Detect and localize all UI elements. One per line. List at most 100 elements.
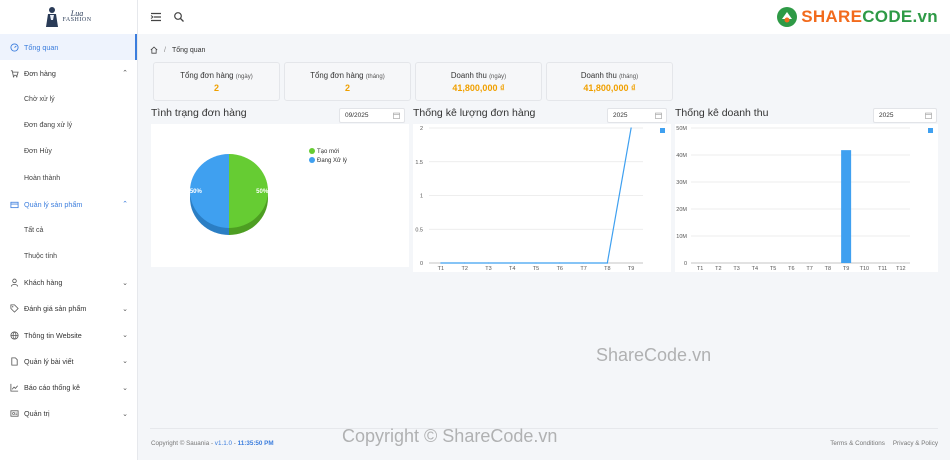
sidebar-subitem-attributes[interactable]: Thuộc tính — [0, 244, 137, 270]
x-tick-label: T7 — [806, 266, 812, 272]
sidebar-item-customers[interactable]: Khách hàng ⌄ — [0, 270, 137, 296]
terms-link[interactable]: Terms & Conditions — [830, 440, 885, 447]
sidebar-item-reviews[interactable]: Đánh giá sản phẩm ⌄ — [0, 296, 137, 322]
data-point — [464, 262, 466, 264]
home-icon[interactable] — [150, 46, 158, 54]
order-count-line-chart: 0 0.5 1 1.5 2 T1 T2 T3 T4 T5 T6 T7 T8 T9 — [415, 126, 665, 272]
data-point — [487, 262, 490, 264]
x-tick-label: T10 — [860, 266, 869, 272]
brand-line2: FASHION — [62, 17, 92, 23]
sidebar-item-label: Quản lý sản phẩm — [24, 199, 83, 209]
sidebar-item-label: Đánh giá sản phẩm — [24, 304, 87, 314]
x-tick-label: T12 — [896, 266, 905, 272]
footer-copyright: Copyright © Sauania - v1.1.0 - 11:35:50 … — [151, 440, 274, 447]
sidebar-item-admin[interactable]: Quản trị ⌄ — [0, 401, 137, 427]
x-tick-label: T1 — [438, 266, 444, 272]
topbar: SHARECODE.vn — [138, 0, 950, 34]
sharecode-text-part2: CODE.vn — [862, 7, 938, 26]
x-tick-label: T5 — [770, 266, 776, 272]
search-icon[interactable] — [173, 11, 185, 23]
year-picker-revenue[interactable]: 2025 — [873, 108, 937, 123]
order-status-pie-chart: 50% 50% Tạo mới Đang Xử lý — [190, 148, 347, 235]
x-tick-label: T6 — [788, 266, 794, 272]
x-tick-label: T1 — [697, 266, 703, 272]
sidebar-item-label: Tổng quan — [24, 42, 59, 52]
sidebar-item-products[interactable]: Quản lý sản phẩm ⌃ — [0, 191, 137, 217]
data-point — [440, 262, 442, 264]
stat-value: 2 — [344, 83, 350, 93]
order-status-panel: 50% 50% Tạo mới Đang Xử lý — [151, 124, 409, 267]
breadcrumb: / Tổng quan — [150, 46, 205, 54]
x-tick-label: T3 — [485, 266, 491, 272]
sidebar-subitem-completed[interactable]: Hoàn thành — [0, 165, 137, 191]
order-count-title: Thống kê lượng đơn hàng — [413, 107, 536, 119]
privacy-link[interactable]: Privacy & Policy — [893, 440, 938, 447]
month-picker[interactable]: 09/2025 — [339, 108, 405, 123]
y-tick-label: 2 — [420, 126, 423, 132]
sidebar-item-dashboard[interactable]: Tổng quan — [0, 34, 137, 61]
sidebar-subitem-pending[interactable]: Chờ xử lý — [0, 86, 137, 112]
sidebar-item-reports[interactable]: Báo cáo thống kê ⌄ — [0, 374, 137, 400]
legend-swatch — [309, 148, 315, 154]
chevron-down-icon: ⌄ — [122, 358, 128, 366]
admin-icon — [10, 409, 19, 418]
y-tick-label: 20M — [676, 207, 687, 213]
data-point — [535, 262, 537, 264]
y-tick-label: 0 — [684, 261, 687, 267]
sidebar-item-label: Thông tin Website — [24, 330, 82, 340]
sharecode-emblem-icon — [777, 7, 798, 27]
stat-period: (ngày) — [235, 74, 253, 80]
data-point — [559, 262, 561, 264]
stat-period: (ngày) — [489, 74, 507, 80]
legend-swatch — [660, 128, 665, 133]
sidebar-item-label: Quản trị — [24, 409, 50, 419]
chevron-down-icon: ⌄ — [122, 384, 128, 392]
sidebar-item-orders[interactable]: Đơn hàng ⌃ — [0, 60, 137, 86]
stat-label: Tổng đơn hàng (tháng) — [285, 71, 410, 80]
x-tick-label: T7 — [580, 266, 586, 272]
sidebar-item-label: Đơn hàng — [24, 68, 56, 78]
sidebar-item-website-info[interactable]: Thông tin Website ⌄ — [0, 322, 137, 348]
stat-label: Doanh thu (tháng) — [547, 71, 672, 80]
sidebar-item-posts[interactable]: Quản lý bài viết ⌄ — [0, 348, 137, 374]
stat-value: 2 — [213, 83, 219, 93]
y-tick-label: 0.5 — [415, 227, 423, 233]
breadcrumb-separator: / — [164, 46, 166, 54]
stat-label-text: Tổng đơn hàng — [180, 71, 234, 80]
x-tick-label: T9 — [843, 266, 849, 272]
sidebar: Lua FASHION Tổng quan Đơn hàng ⌃ Chờ xử … — [0, 0, 138, 460]
y-tick-label: 1.5 — [415, 160, 423, 166]
y-tick-label: 10M — [676, 234, 687, 240]
brand-logo[interactable]: Lua FASHION — [0, 0, 137, 34]
x-tick-label: T2 — [461, 266, 467, 272]
chevron-up-icon: ⌃ — [122, 70, 128, 78]
stat-period: (tháng) — [619, 74, 639, 80]
sidebar-item-label: Báo cáo thống kê — [24, 383, 80, 393]
year-picker-orders[interactable]: 2025 — [607, 108, 667, 123]
legend-label: Đang Xử lý — [317, 157, 347, 164]
chart-icon — [10, 383, 19, 392]
stat-period: (tháng) — [365, 74, 385, 80]
legend-swatch — [309, 157, 315, 163]
x-tick-label: T11 — [878, 266, 887, 272]
sharecode-logo: SHARECODE.vn — [776, 6, 938, 28]
data-point — [630, 127, 632, 129]
chevron-down-icon: ⌄ — [122, 305, 128, 313]
pie-slice-label: 50% — [256, 189, 269, 195]
sidebar-subitem-processing[interactable]: Đơn đang xử lý — [0, 113, 137, 139]
globe-icon — [10, 331, 19, 340]
y-tick-label: 0 — [420, 261, 423, 267]
revenue-bar-chart: 0 10M 20M 30M 40M 50M T1 T2 T3 T4 T5 T6 T7 T8 T9 T10 T11… — [676, 126, 933, 272]
watermark-middle: ShareCode.vn — [596, 345, 712, 365]
x-tick-label: T2 — [715, 266, 721, 272]
data-point — [606, 262, 608, 264]
stat-value: 41,800,000 ₫ — [452, 83, 505, 93]
sidebar-subitem-all[interactable]: Tất cả — [0, 217, 137, 243]
sharecode-text-part1: SHARE — [801, 7, 863, 26]
sidebar-subitem-cancelled[interactable]: Đơn Hủy — [0, 139, 137, 165]
menu-toggle-icon[interactable] — [150, 11, 162, 23]
brand-name: Lua FASHION — [62, 10, 91, 24]
footer-version: v1.1.0 — [214, 440, 232, 447]
y-tick-label: 30M — [676, 180, 687, 186]
year-picker-value: 2025 — [879, 112, 894, 119]
